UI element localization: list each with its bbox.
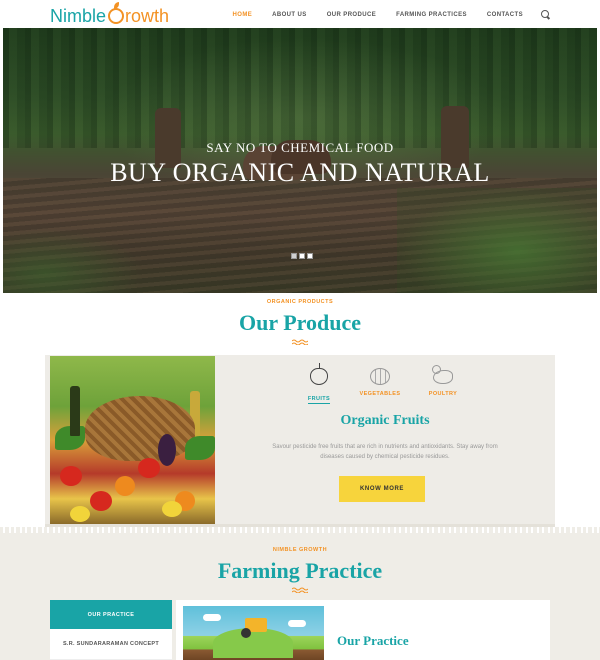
tab-fruits-label: FRUITS	[307, 396, 331, 404]
site-header: Nimble rowth HOME ABOUT US OUR PRODUCE FA…	[0, 0, 600, 30]
logo-leaf-g-icon	[108, 2, 125, 24]
produce-kicker: ORGANIC PRODUCTS	[266, 299, 334, 305]
hero-forest-background	[3, 28, 597, 148]
slider-dot-3[interactable]	[307, 253, 313, 259]
hero-plants-left	[3, 228, 143, 293]
img-tomato	[90, 491, 112, 511]
hero-plants-right	[397, 188, 597, 293]
tab-vegetables[interactable]: VEGETABLES	[356, 365, 404, 397]
img-bottle	[70, 386, 80, 436]
img-tomato	[60, 466, 82, 486]
img-tomato	[138, 458, 160, 478]
produce-wave-divider-icon	[292, 339, 308, 345]
apple-icon	[310, 363, 328, 385]
hero-slider: Say no to chemical food Buy organic and …	[3, 28, 597, 293]
logo-text-growth: rowth	[125, 5, 170, 26]
hen-icon	[432, 365, 453, 384]
pumpkin-icon	[370, 368, 390, 385]
search-icon[interactable]	[541, 10, 550, 19]
img-leaf	[185, 436, 215, 460]
slider-dots	[291, 253, 313, 259]
menu-our-practice[interactable]: OUR PRACTICE	[50, 600, 172, 629]
hill-shape	[213, 628, 293, 658]
farming-kicker: NIMBLE GROWTH	[272, 547, 328, 553]
nav-home[interactable]: HOME	[233, 12, 253, 18]
tab-vegetables-label: VEGETABLES	[359, 391, 401, 397]
tab-poultry[interactable]: POULTRY	[419, 365, 467, 397]
logo-text-nimble: Nimble	[50, 5, 107, 26]
nav-farming-practices[interactable]: FARMING PRACTICES	[396, 12, 467, 18]
img-eggplant	[158, 434, 176, 466]
main-nav: HOME ABOUT US OUR PRODUCE FARMING PRACTI…	[213, 10, 550, 19]
nav-our-produce[interactable]: OUR PRODUCE	[327, 12, 376, 18]
img-orange	[115, 476, 135, 496]
produce-description: Savour pesticide free fruits that are ri…	[272, 444, 498, 460]
img-basket	[85, 396, 195, 461]
nav-about-us[interactable]: ABOUT US	[272, 12, 307, 18]
slider-dot-1[interactable]	[291, 253, 297, 259]
hero-title: Buy organic and natural	[110, 158, 490, 187]
farming-panel-title: Our Practice	[337, 633, 409, 648]
tractor-icon	[241, 618, 267, 638]
farming-wave-divider-icon	[292, 587, 308, 593]
img-lemon	[70, 506, 90, 522]
img-lemon	[162, 501, 182, 517]
slider-dot-2[interactable]	[299, 253, 305, 259]
site-logo[interactable]: Nimble rowth	[50, 2, 170, 27]
hero-subtitle: Say no to chemical food	[206, 140, 394, 155]
produce-heading: Organic Fruits	[340, 413, 430, 428]
know-more-button[interactable]: KNOW MORE	[339, 476, 425, 502]
nav-contacts[interactable]: CONTACTS	[487, 12, 523, 18]
produce-title: Our Produce	[238, 310, 362, 335]
cloud-shape	[203, 614, 221, 621]
produce-fruits-image	[50, 356, 215, 524]
cloud-shape	[288, 620, 306, 627]
farming-title: Farming Practice	[217, 558, 383, 583]
tab-poultry-label: POULTRY	[428, 391, 458, 397]
menu-sundararaman-concept[interactable]: S.R. SUNDARARAMAN CONCEPT	[50, 629, 172, 660]
tab-fruits[interactable]: FRUITS	[295, 363, 343, 405]
farming-illustration	[183, 606, 324, 660]
